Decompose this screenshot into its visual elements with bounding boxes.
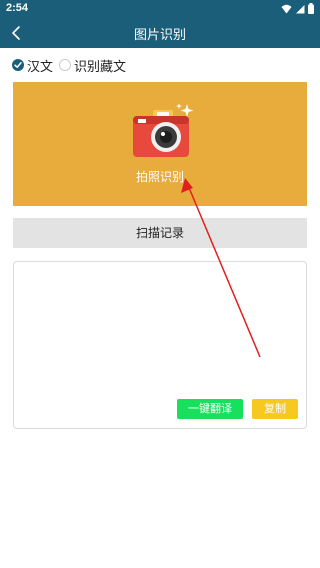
language-selector: 汉文 识别藏文	[12, 56, 132, 75]
scan-history-button[interactable]: 扫描记录	[13, 218, 307, 248]
radio-chinese[interactable]: 汉文	[12, 56, 53, 75]
translate-button[interactable]: 一键翻译	[177, 399, 243, 419]
radio-checked-icon	[12, 59, 24, 71]
sparkle-icon	[176, 104, 194, 117]
camera-icon	[133, 104, 194, 157]
status-icons	[281, 3, 314, 14]
radio-tibetan-label: 识别藏文	[74, 59, 127, 75]
battery-icon	[308, 3, 314, 14]
photo-recognition-label: 拍照识别	[135, 170, 184, 184]
photo-recognition-button[interactable]: 拍照识别	[13, 82, 307, 206]
radio-chinese-label: 汉文	[27, 59, 54, 75]
status-time: 2:54	[6, 2, 29, 14]
status-bar: 2:54	[0, 0, 320, 18]
page-title: 图片识别	[133, 28, 186, 43]
copy-button[interactable]: 复制	[252, 399, 298, 419]
radio-tibetan[interactable]: 识别藏文	[59, 56, 126, 75]
signal-icon	[296, 4, 305, 13]
radio-unchecked-icon	[59, 59, 72, 71]
wifi-icon	[281, 4, 292, 13]
app-bar: 图片识别	[0, 18, 320, 48]
